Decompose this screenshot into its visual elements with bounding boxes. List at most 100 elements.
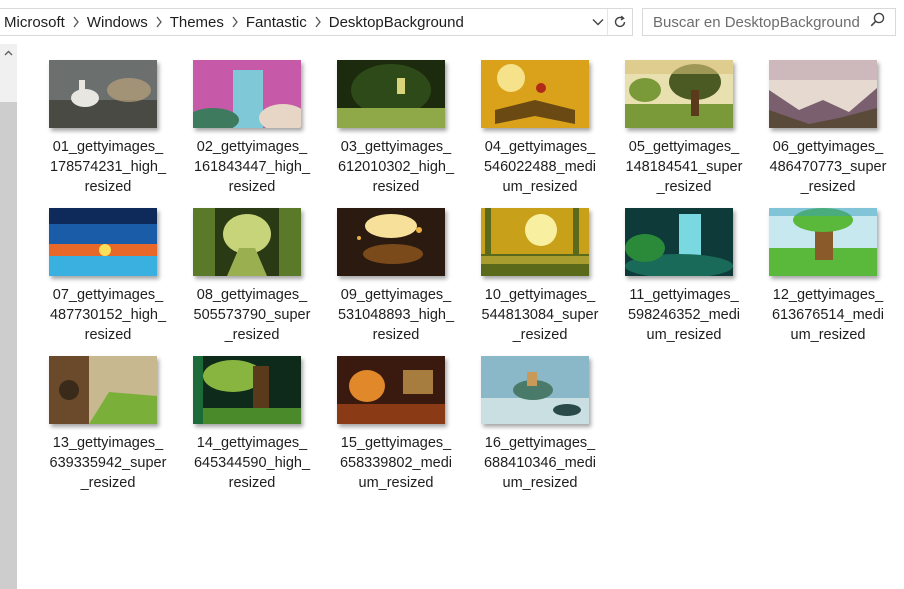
file-thumbnail	[625, 60, 733, 128]
file-name-line: um_resized	[646, 327, 722, 343]
file-name-line: 15_gettyimages_	[340, 435, 452, 451]
file-name-line: um_resized	[502, 179, 578, 195]
file-name-line: 148184541_super	[625, 159, 743, 175]
file-name-line: resized	[228, 179, 276, 195]
file-name-line: 06_gettyimages_	[772, 139, 884, 155]
file-thumbnail	[193, 60, 301, 128]
file-name-line: 505573790_super	[193, 307, 311, 323]
file-name-line: 178574231_high_	[49, 159, 167, 175]
file-name: 11_gettyimages_ 598246352_medi um_resized	[612, 285, 756, 345]
file-thumbnail	[49, 60, 157, 128]
file-name-line: um_resized	[502, 475, 578, 491]
breadcrumb-microsoft[interactable]: Microsoft	[0, 14, 69, 31]
file-name: 16_gettyimages_ 688410346_medi um_resized	[468, 433, 612, 493]
file-name-line: resized	[372, 179, 420, 195]
file-item[interactable]: 07_gettyimages_ 487730152_high_resized	[36, 200, 180, 348]
file-item[interactable]: 12_gettyimages_ 613676514_medi um_resized	[756, 200, 900, 348]
file-thumbnail	[769, 60, 877, 128]
file-thumbnail	[769, 208, 877, 276]
vertical-scrollbar[interactable]	[0, 44, 17, 589]
file-name: 03_gettyimages_ 612010302_high_resized	[324, 137, 468, 197]
file-name: 09_gettyimages_ 531048893_high_ resized	[324, 285, 468, 345]
file-name-line: _resized	[80, 475, 136, 491]
breadcrumb-desktopbackground[interactable]: DesktopBackground	[325, 14, 468, 31]
file-item[interactable]: 13_gettyimages_ 639335942_super _resized	[36, 348, 180, 496]
file-thumbnail	[337, 356, 445, 424]
file-item[interactable]: 01_gettyimages_ 178574231_high_resized	[36, 52, 180, 200]
file-name-line: 161843447_high_	[193, 159, 311, 175]
chevron-right-icon[interactable]	[228, 16, 242, 28]
file-name-line: 16_gettyimages_	[484, 435, 596, 451]
file-item[interactable]: 09_gettyimages_ 531048893_high_ resized	[324, 200, 468, 348]
file-name-line: 544813084_super	[481, 307, 599, 323]
file-name: 10_gettyimages_ 544813084_super _resized	[468, 285, 612, 345]
file-thumbnail	[49, 208, 157, 276]
search-box[interactable]: Buscar en DesktopBackground	[642, 8, 896, 36]
file-name-line: 658339802_medi	[339, 455, 453, 471]
file-name-line: 645344590_high_	[193, 455, 311, 471]
file-item[interactable]: 02_gettyimages_ 161843447_high_resized	[180, 52, 324, 200]
file-name-line: 11_gettyimages_	[629, 287, 739, 303]
address-bar[interactable]: Microsoft Windows Themes Fantastic Deskt…	[0, 8, 633, 36]
breadcrumb-fantastic[interactable]: Fantastic	[242, 14, 311, 31]
file-name: 07_gettyimages_ 487730152_high_resized	[36, 285, 180, 345]
chevron-down-icon[interactable]	[589, 9, 607, 35]
file-name-line: 07_gettyimages_	[52, 287, 164, 303]
file-item[interactable]: 05_gettyimages_ 148184541_super _resized	[612, 52, 756, 200]
file-name-line: 612010302_high_	[337, 159, 455, 175]
file-name-line: 688410346_medi	[483, 455, 597, 471]
file-item[interactable]: 08_gettyimages_ 505573790_super _resized	[180, 200, 324, 348]
file-name: 02_gettyimages_ 161843447_high_resized	[180, 137, 324, 197]
file-item[interactable]: 10_gettyimages_ 544813084_super _resized	[468, 200, 612, 348]
file-name-line: _resized	[512, 327, 568, 343]
file-thumbnail	[193, 356, 301, 424]
file-name-line: _resized	[800, 179, 856, 195]
file-name-line: 14_gettyimages_	[196, 435, 308, 451]
file-thumbnail	[337, 208, 445, 276]
file-name-line: 04_gettyimages_	[484, 139, 596, 155]
file-name: 13_gettyimages_ 639335942_super _resized	[36, 433, 180, 493]
chevron-right-icon[interactable]	[311, 16, 325, 28]
file-thumbnail	[481, 60, 589, 128]
search-icon[interactable]	[870, 12, 885, 32]
file-name: 06_gettyimages_ 486470773_super _resized	[756, 137, 900, 197]
file-item[interactable]: 14_gettyimages_ 645344590_high_ resized	[180, 348, 324, 496]
file-thumbnail	[481, 356, 589, 424]
file-thumbnail	[193, 208, 301, 276]
file-name-line: 12_gettyimages_	[772, 287, 884, 303]
file-name-line: 613676514_medi	[771, 307, 885, 323]
file-name: 14_gettyimages_ 645344590_high_ resized	[180, 433, 324, 493]
file-name: 12_gettyimages_ 613676514_medi um_resized	[756, 285, 900, 345]
file-name-line: resized	[84, 179, 132, 195]
refresh-icon[interactable]	[607, 9, 632, 35]
search-input[interactable]: Buscar en DesktopBackground	[653, 14, 860, 31]
scrollbar-thumb[interactable]	[0, 102, 17, 589]
file-item[interactable]: 15_gettyimages_ 658339802_medi um_resized	[324, 348, 468, 496]
file-name-line: 10_gettyimages_	[484, 287, 596, 303]
file-thumbnail	[49, 356, 157, 424]
file-name-line: 01_gettyimages_	[52, 139, 164, 155]
file-name-line: 531048893_high_	[337, 307, 455, 323]
file-name-line: 546022488_medi	[483, 159, 597, 175]
file-name-line: um_resized	[790, 327, 866, 343]
file-name-line: 02_gettyimages_	[196, 139, 308, 155]
file-item[interactable]: 04_gettyimages_ 546022488_medi um_resized	[468, 52, 612, 200]
chevron-right-icon[interactable]	[69, 16, 83, 28]
file-item[interactable]: 03_gettyimages_ 612010302_high_resized	[324, 52, 468, 200]
file-name: 01_gettyimages_ 178574231_high_resized	[36, 137, 180, 197]
file-name-line: resized	[84, 327, 132, 343]
breadcrumb-windows[interactable]: Windows	[83, 14, 152, 31]
file-thumbnail	[337, 60, 445, 128]
file-name-line: _resized	[656, 179, 712, 195]
file-name-line: 487730152_high_	[49, 307, 167, 323]
file-name-line: 639335942_super	[49, 455, 167, 471]
file-item[interactable]: 16_gettyimages_ 688410346_medi um_resized	[468, 348, 612, 496]
scroll-up-icon[interactable]	[0, 44, 17, 62]
file-name-line: 598246352_medi	[627, 307, 741, 323]
file-name-line: 03_gettyimages_	[340, 139, 452, 155]
breadcrumb-themes[interactable]: Themes	[166, 14, 228, 31]
file-name-line: resized	[372, 327, 420, 343]
file-item[interactable]: 06_gettyimages_ 486470773_super _resized	[756, 52, 900, 200]
file-item[interactable]: 11_gettyimages_ 598246352_medi um_resized	[612, 200, 756, 348]
chevron-right-icon[interactable]	[152, 16, 166, 28]
